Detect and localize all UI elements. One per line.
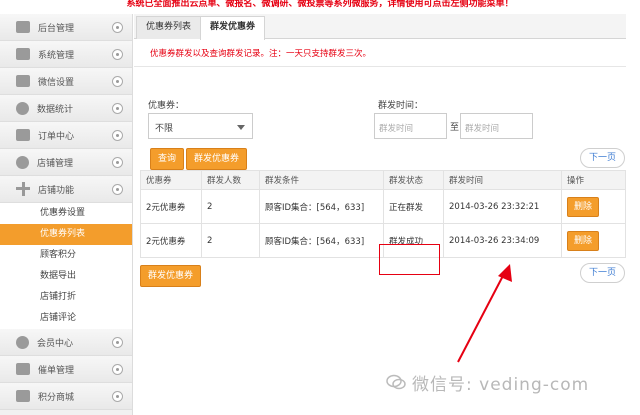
table-header-row: 优惠券 群发人数 群发条件 群发状态 群发时间 操作 (140, 170, 626, 190)
notice-text: 优惠券群发以及查询群发记录。注：一天只支持群发三次。 (150, 49, 372, 59)
sidebar-item-label: 会员中心 (37, 338, 74, 349)
watermark-text: 微信号: veding-com (412, 375, 590, 395)
coupon-select-value: 不限 (155, 124, 174, 134)
submenu-item-discount[interactable]: 店铺打折 (0, 287, 132, 308)
sidebar-item-label: 店铺功能 (38, 185, 75, 196)
cell-count: 2 (201, 189, 260, 224)
col-condition: 群发条件 (259, 170, 384, 190)
sidebar-item-shop[interactable]: 店铺管理 (0, 149, 132, 176)
sidebar-item-admin[interactable]: 后台管理 (0, 14, 132, 41)
next-page-button-bottom[interactable]: 下一页 (580, 263, 625, 283)
collapse-icon[interactable] (112, 184, 123, 195)
divider (134, 66, 626, 67)
cell-count: 2 (201, 223, 260, 258)
time-from-input[interactable]: 群发时间 (374, 113, 447, 139)
mall-icon (16, 390, 30, 402)
expand-icon[interactable] (112, 76, 123, 87)
expand-icon[interactable] (112, 22, 123, 33)
expand-icon[interactable] (112, 364, 123, 375)
col-coupon: 优惠券 (140, 170, 202, 190)
wechat-icon (386, 374, 406, 390)
gear-icon (16, 48, 30, 60)
shop-icon (16, 155, 29, 169)
sidebar: 后台管理 系统管理 微信设置 数据统计 订单中心 店铺管理 店铺功能 优惠券设置… (0, 14, 133, 415)
submenu-item-data-export[interactable]: 数据导出 (0, 266, 132, 287)
submenu-item-reviews[interactable]: 店铺评论 (0, 308, 132, 329)
plus-icon (16, 182, 30, 196)
member-icon (16, 335, 29, 349)
printer-icon (16, 129, 30, 141)
query-button[interactable]: 查询 (150, 148, 185, 170)
sidebar-item-label: 积分商城 (38, 392, 75, 403)
expand-icon[interactable] (112, 103, 123, 114)
next-page-button[interactable]: 下一页 (580, 148, 625, 168)
sidebar-item-mall[interactable]: 积分商城 (0, 383, 132, 410)
submenu-item-coupon-list[interactable]: 优惠券列表 (0, 224, 132, 245)
chart-icon (16, 101, 29, 115)
sidebar-item-stats[interactable]: 数据统计 (0, 95, 132, 122)
cell-coupon: 2元优惠券 (140, 223, 202, 258)
send-coupon-button-bottom[interactable]: 群发优惠券 (140, 265, 202, 287)
cell-condition: 顾客ID集合：[564，633] (259, 223, 384, 258)
col-time: 群发时间 (443, 170, 562, 190)
time-filter-label: 群发时间： (378, 101, 424, 111)
sidebar-item-shop-functions[interactable]: 店铺功能 (0, 176, 132, 203)
chevron-down-icon (237, 125, 245, 130)
sidebar-item-member[interactable]: 会员中心 (0, 329, 132, 356)
mail-icon (16, 75, 30, 87)
to-label: 至 (450, 123, 460, 133)
submenu: 优惠券设置 优惠券列表 顾客积分 数据导出 店铺打折 店铺评论 (0, 203, 132, 329)
sidebar-item-label: 微信设置 (38, 77, 75, 88)
expand-icon[interactable] (112, 337, 123, 348)
printer-icon (16, 363, 30, 375)
submenu-item-coupon-settings[interactable]: 优惠券设置 (0, 203, 132, 224)
sidebar-item-wechat[interactable]: 微信设置 (0, 68, 132, 95)
delete-button[interactable]: 删除 (567, 196, 600, 217)
sidebar-item-orders[interactable]: 订单中心 (0, 122, 132, 149)
sidebar-item-label: 催单管理 (38, 365, 75, 376)
cell-condition: 顾客ID集合：[564，633] (259, 189, 384, 224)
tab-bar: 优惠券列表 群发优惠券 (134, 14, 626, 40)
time-to-input[interactable]: 群发时间 (460, 113, 533, 139)
top-banner: 系统已全面推出云点单、微报名、微调研、微投票等系列微服务，详情使用可点击左侧功能… (126, 0, 514, 9)
cell-time: 2014-03-26 23:34:09 (443, 223, 562, 258)
tab-coupon-list[interactable]: 优惠券列表 (136, 16, 202, 39)
home-icon (16, 21, 30, 33)
sidebar-item-reminder[interactable]: 催单管理 (0, 356, 132, 383)
highlight-box (379, 244, 440, 275)
expand-icon[interactable] (112, 49, 123, 60)
col-action: 操作 (561, 170, 626, 190)
sidebar-item-label: 数据统计 (37, 104, 74, 115)
sidebar-item-label: 系统管理 (38, 50, 75, 61)
delete-button[interactable]: 删除 (567, 230, 600, 251)
coupon-filter-label: 优惠券： (148, 101, 185, 111)
annotation-arrow-icon (457, 264, 512, 363)
expand-icon[interactable] (112, 130, 123, 141)
cell-time: 2014-03-26 23:32:21 (443, 189, 562, 224)
sidebar-item-label: 店铺管理 (37, 158, 74, 169)
send-coupon-button[interactable]: 群发优惠券 (186, 148, 248, 170)
expand-icon[interactable] (112, 391, 123, 402)
sidebar-item-label: 订单中心 (38, 131, 75, 142)
sidebar-item-label: 后台管理 (38, 23, 75, 34)
cell-coupon: 2元优惠券 (140, 189, 202, 224)
main-panel: 优惠券列表 群发优惠券 优惠券群发以及查询群发记录。注：一天只支持群发三次。 优… (134, 14, 626, 415)
cell-action: 删除 (561, 189, 626, 224)
col-count: 群发人数 (201, 170, 260, 190)
expand-icon[interactable] (112, 157, 123, 168)
submenu-item-customer-points[interactable]: 顾客积分 (0, 245, 132, 266)
cell-status: 正在群发 (383, 189, 444, 224)
sidebar-item-system[interactable]: 系统管理 (0, 41, 132, 68)
table-row: 2元优惠券 2 顾客ID集合：[564，633] 正在群发 2014-03-26… (140, 189, 626, 224)
coupon-select[interactable]: 不限 (148, 113, 253, 139)
col-status: 群发状态 (383, 170, 444, 190)
tab-send-coupon[interactable]: 群发优惠券 (200, 16, 266, 40)
cell-action: 删除 (561, 223, 626, 258)
